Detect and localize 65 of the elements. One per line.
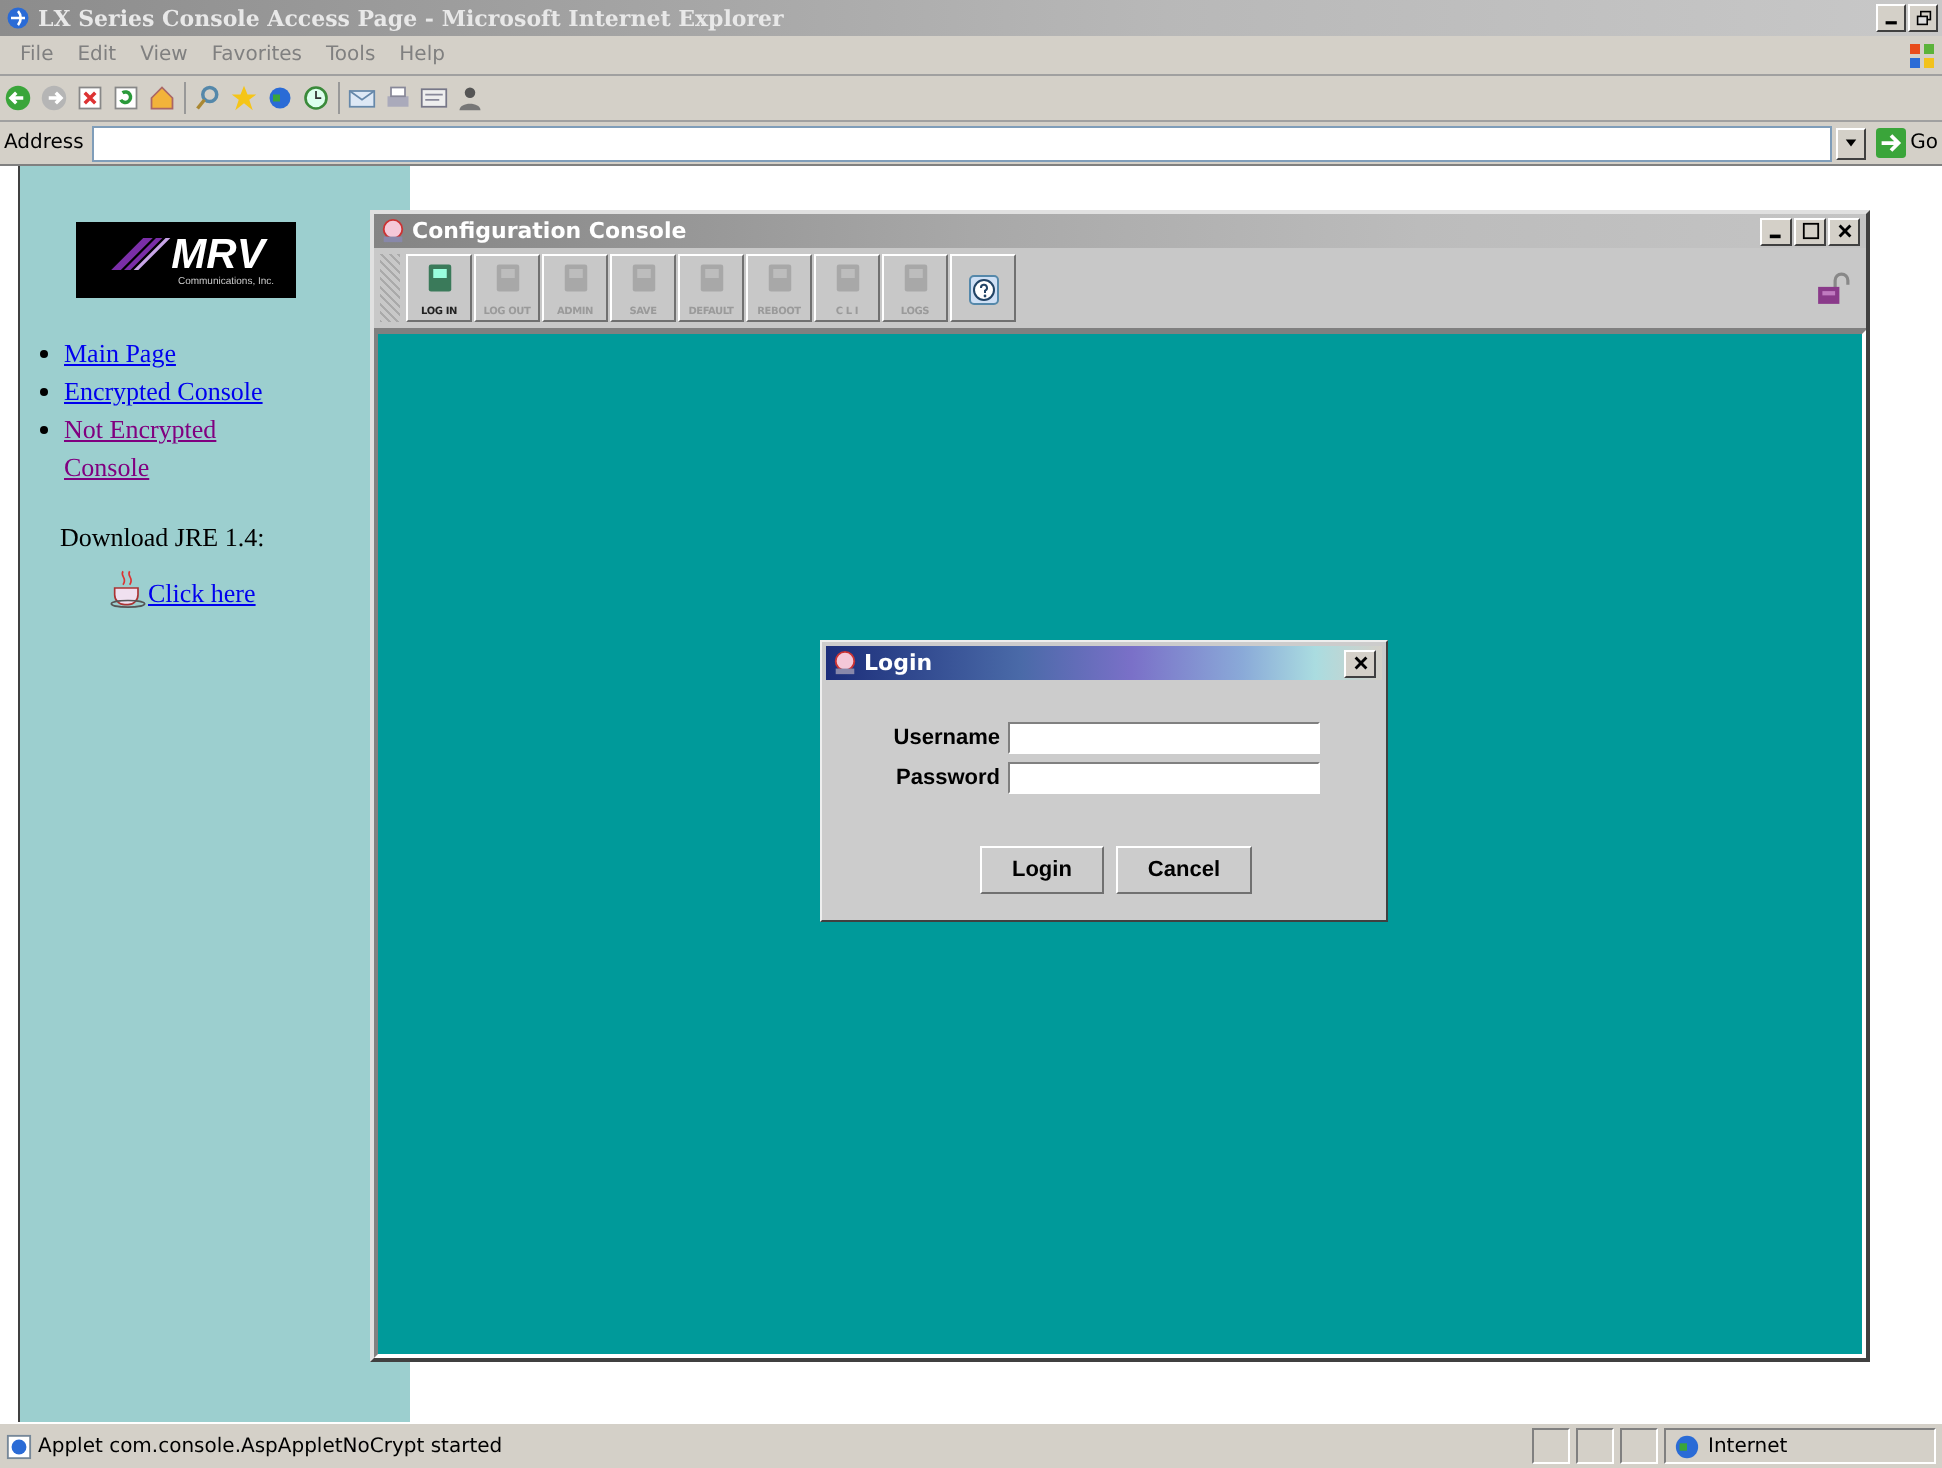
app-icon bbox=[832, 650, 858, 676]
field-label: Username bbox=[891, 726, 1000, 750]
menu-item[interactable]: View bbox=[128, 44, 200, 66]
forward-icon[interactable] bbox=[40, 84, 68, 112]
window-title: LX Series Console Access Page - Microsoft Internet Explorer bbox=[38, 5, 784, 31]
mail-icon[interactable] bbox=[348, 84, 376, 112]
restore-button[interactable] bbox=[1908, 4, 1938, 32]
history-icon[interactable] bbox=[302, 84, 330, 112]
status-panel bbox=[1620, 1428, 1658, 1464]
coffee-cup-icon bbox=[108, 566, 148, 610]
nav-link[interactable]: Encrypted Console bbox=[64, 372, 304, 410]
unlocked-padlock-icon bbox=[1816, 271, 1850, 305]
windows-logo-icon bbox=[1906, 39, 1938, 71]
address-field[interactable] bbox=[91, 125, 1833, 161]
logo-text: MRV bbox=[171, 233, 265, 275]
home-icon[interactable] bbox=[148, 84, 176, 112]
input-field[interactable] bbox=[1008, 762, 1320, 794]
address-label: Address bbox=[4, 132, 86, 154]
download-link[interactable]: Click here bbox=[148, 578, 256, 610]
input-field[interactable] bbox=[1008, 722, 1320, 754]
close-button[interactable] bbox=[1344, 649, 1376, 677]
app-icon bbox=[380, 218, 406, 244]
caret-icon bbox=[1844, 136, 1859, 150]
maximize-button[interactable] bbox=[1794, 217, 1826, 245]
stop-icon[interactable] bbox=[76, 84, 104, 112]
menu-item[interactable]: Tools bbox=[314, 44, 388, 66]
menu-item[interactable]: Favorites bbox=[199, 44, 315, 66]
help-button[interactable] bbox=[950, 254, 1016, 322]
status-message: Applet com.console.AspAppletNoCrypt started bbox=[38, 1435, 505, 1457]
go-button[interactable]: Go bbox=[1910, 132, 1938, 154]
menu-item[interactable]: Help bbox=[387, 44, 457, 66]
maximize-icon bbox=[1801, 222, 1819, 240]
people-icon[interactable] bbox=[456, 84, 484, 112]
download-label: Download JRE 1.4: bbox=[60, 522, 267, 554]
menu-item[interactable]: Edit bbox=[65, 44, 129, 66]
refresh-icon[interactable] bbox=[112, 84, 140, 112]
dropdown-button[interactable] bbox=[1836, 127, 1867, 159]
printer-icon[interactable] bbox=[384, 84, 412, 112]
back-icon[interactable] bbox=[4, 84, 32, 112]
field-label: Password bbox=[894, 766, 1000, 790]
edit-icon[interactable] bbox=[420, 84, 448, 112]
zone-label: Internet bbox=[1708, 1435, 1788, 1457]
star-icon[interactable] bbox=[230, 84, 258, 112]
restore-icon bbox=[1915, 10, 1931, 26]
dialog-title: Login bbox=[864, 650, 933, 676]
close-button[interactable] bbox=[1828, 217, 1860, 245]
window-title: Configuration Console bbox=[412, 218, 687, 244]
dialog-button[interactable]: Login bbox=[979, 846, 1104, 894]
search-icon[interactable] bbox=[194, 84, 222, 112]
globe-icon bbox=[1674, 1433, 1700, 1459]
toolbar-grip[interactable] bbox=[380, 254, 400, 322]
help-icon bbox=[967, 273, 999, 305]
nav-link[interactable]: Not Encrypted Console bbox=[64, 410, 304, 486]
status-panel bbox=[1532, 1428, 1570, 1464]
close-icon bbox=[1351, 654, 1369, 672]
minimize-button[interactable] bbox=[1876, 4, 1906, 32]
page-icon bbox=[6, 1433, 32, 1459]
stripes-icon bbox=[107, 234, 172, 274]
status-panel bbox=[1576, 1428, 1614, 1464]
minimize-button[interactable] bbox=[1760, 217, 1792, 245]
dialog-button[interactable]: Cancel bbox=[1115, 846, 1252, 894]
close-icon bbox=[1835, 222, 1853, 240]
menu-item[interactable]: File bbox=[8, 44, 66, 66]
arrow-icon[interactable] bbox=[1876, 128, 1907, 158]
nav-link[interactable]: Main Page bbox=[64, 334, 304, 372]
